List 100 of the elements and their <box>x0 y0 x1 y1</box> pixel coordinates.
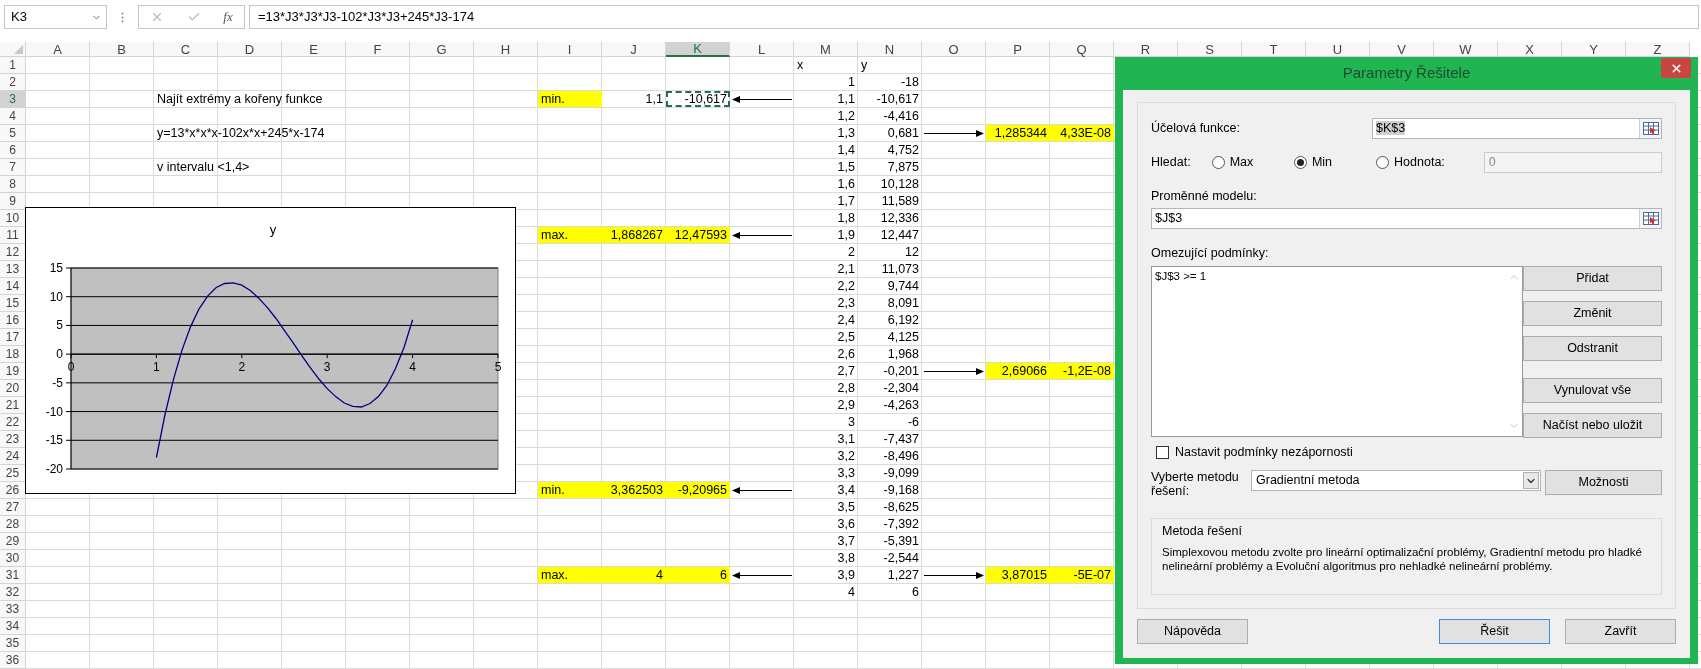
row-header[interactable]: 3 <box>0 91 26 108</box>
row-header[interactable]: 6 <box>0 142 26 159</box>
row-header[interactable]: 31 <box>0 567 26 584</box>
row-header[interactable]: 23 <box>0 431 26 448</box>
axis-label: -5 <box>52 375 63 390</box>
radio-button[interactable]: Hodnota: <box>1376 153 1484 172</box>
row-header[interactable]: 29 <box>0 533 26 550</box>
row-header[interactable]: 15 <box>0 295 26 312</box>
range-select-button[interactable] <box>1639 209 1661 228</box>
column-header[interactable]: Z <box>1626 42 1690 57</box>
radio-button[interactable]: Max <box>1211 153 1294 172</box>
column-header[interactable]: H <box>474 42 538 57</box>
dialog-button[interactable]: Načíst nebo uložit <box>1523 413 1662 438</box>
column-header[interactable]: M <box>794 42 858 57</box>
row-header[interactable]: 32 <box>0 584 26 601</box>
column-header[interactable]: R <box>1114 42 1178 57</box>
table-cell-text: 1,9 <box>836 227 856 243</box>
row-header[interactable]: 9 <box>0 193 26 210</box>
row-header[interactable]: 10 <box>0 210 26 227</box>
column-header[interactable]: C <box>154 42 218 57</box>
row-header[interactable]: 36 <box>0 652 26 669</box>
column-header[interactable]: O <box>922 42 986 57</box>
table-cell-text: 3,9 <box>836 567 856 583</box>
radio-button[interactable]: Min <box>1293 153 1377 172</box>
table-cell-text: 1,4 <box>836 142 856 158</box>
row-header[interactable]: 12 <box>0 244 26 261</box>
row-header[interactable]: 1 <box>0 57 26 74</box>
row-header[interactable]: 34 <box>0 618 26 635</box>
close-button[interactable] <box>1661 58 1691 78</box>
column-header[interactable]: B <box>90 42 154 57</box>
dialog-button[interactable]: Možnosti <box>1545 470 1662 495</box>
constraint-list[interactable]: $J$3 >= 1 <box>1151 266 1523 437</box>
row-header[interactable]: 4 <box>0 108 26 125</box>
column-header[interactable]: X <box>1498 42 1562 57</box>
table-cell: 1,868267 <box>602 227 666 243</box>
radio-circle[interactable] <box>1293 156 1307 169</box>
dialog-button[interactable]: Zavřít <box>1565 619 1676 644</box>
row-header[interactable]: 16 <box>0 312 26 329</box>
column-header[interactable]: I <box>538 42 602 57</box>
column-header[interactable]: S <box>1178 42 1242 57</box>
row-header[interactable]: 5 <box>0 125 26 142</box>
row-header[interactable]: 22 <box>0 414 26 431</box>
row-header[interactable]: 24 <box>0 448 26 465</box>
input-field[interactable]: $K$3 <box>1372 118 1662 139</box>
row-header[interactable]: 20 <box>0 380 26 397</box>
column-header[interactable]: A <box>26 42 90 57</box>
range-select-button[interactable] <box>1639 119 1661 138</box>
row-header[interactable]: 19 <box>0 363 26 380</box>
row-header[interactable]: 30 <box>0 550 26 567</box>
column-header[interactable]: Y <box>1562 42 1626 57</box>
table-cell-text: -10,617 <box>875 91 920 107</box>
dialog-button[interactable]: Vynulovat vše <box>1523 378 1662 403</box>
arrow <box>732 570 792 581</box>
column-header[interactable]: V <box>1370 42 1434 57</box>
row-header[interactable]: 13 <box>0 261 26 278</box>
row-header[interactable]: 8 <box>0 176 26 193</box>
drag-handle-icon[interactable] <box>121 12 124 23</box>
row-header[interactable]: 17 <box>0 329 26 346</box>
column-header[interactable]: U <box>1306 42 1370 57</box>
formula-field[interactable]: =13*J3*J3*J3-102*J3*J3+245*J3-174 <box>249 5 1699 29</box>
column-header[interactable]: G <box>410 42 474 57</box>
column-header[interactable]: K <box>666 42 730 57</box>
input-field[interactable]: $J$3 <box>1151 208 1662 229</box>
row-header[interactable]: 2 <box>0 74 26 91</box>
row-header[interactable]: 26 <box>0 482 26 499</box>
column-header[interactable]: F <box>346 42 410 57</box>
insert-function-button[interactable]: fx <box>223 7 233 27</box>
column-header[interactable]: Q <box>1050 42 1114 57</box>
name-box[interactable]: K3 <box>4 5 107 29</box>
table-cell-text: 2,1 <box>836 261 856 277</box>
row-header[interactable]: 21 <box>0 397 26 414</box>
dialog-button[interactable]: Nápověda <box>1137 619 1248 644</box>
table-cell-text: 1,968 <box>886 346 920 362</box>
column-header[interactable]: N <box>858 42 922 57</box>
row-header[interactable]: 14 <box>0 278 26 295</box>
row-header[interactable]: 28 <box>0 516 26 533</box>
column-header[interactable]: J <box>602 42 666 57</box>
table-cell-text: -4,263 <box>882 397 920 413</box>
row-header[interactable]: 11 <box>0 227 26 244</box>
column-header[interactable]: P <box>986 42 1050 57</box>
column-header[interactable]: L <box>730 42 794 57</box>
column-header[interactable]: D <box>218 42 282 57</box>
dialog-button[interactable]: Řešit <box>1439 619 1550 644</box>
row-header[interactable]: 7 <box>0 159 26 176</box>
row-header[interactable]: 25 <box>0 465 26 482</box>
dialog-button[interactable]: Přidat <box>1523 266 1662 291</box>
row-header[interactable]: 18 <box>0 346 26 363</box>
dialog-button[interactable]: Odstranit <box>1523 336 1662 361</box>
dialog-button[interactable]: Změnit <box>1523 301 1662 326</box>
list-item[interactable]: $J$3 >= 1 <box>1155 269 1505 284</box>
column-header[interactable]: T <box>1242 42 1306 57</box>
table-cell-text: -4,416 <box>882 108 920 124</box>
row-header[interactable]: 27 <box>0 499 26 516</box>
table-cell: min. <box>538 91 602 107</box>
row-header[interactable]: 35 <box>0 635 26 652</box>
checkbox[interactable] <box>1156 445 1169 459</box>
column-header[interactable]: W <box>1434 42 1498 57</box>
column-header[interactable]: E <box>282 42 346 57</box>
row-header[interactable]: 33 <box>0 601 26 618</box>
method-select[interactable]: Gradientní metoda <box>1251 470 1541 491</box>
